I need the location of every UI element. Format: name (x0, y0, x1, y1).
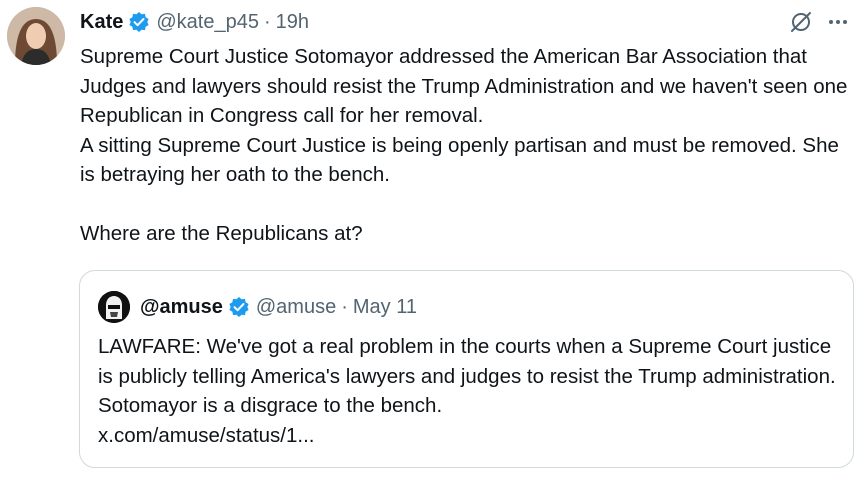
tweet-time[interactable]: 19h (276, 11, 309, 34)
quoted-tweet-link[interactable]: x.com/amuse/status/1... (98, 421, 838, 451)
author-handle[interactable]: @kate_p45 (156, 11, 259, 34)
quoted-author-name[interactable]: @amuse (140, 296, 223, 319)
author-avatar[interactable] (7, 7, 65, 65)
more-options-icon[interactable] (827, 11, 849, 33)
quoted-header-separator: · (341, 295, 348, 318)
quoted-tweet-header: @amuse @amuse · May 11 (98, 291, 417, 323)
verified-badge-icon (128, 11, 150, 33)
grok-icon[interactable] (789, 10, 813, 34)
quoted-tweet-date[interactable]: May 11 (353, 296, 417, 319)
quoted-tweet[interactable]: @amuse @amuse · May 11 LAWFARE: We've go… (79, 270, 854, 468)
quoted-tweet-text: LAWFARE: We've got a real problem in the… (98, 335, 836, 417)
quoted-verified-badge-icon (228, 296, 250, 318)
tweet-text: Supreme Court Justice Sotomayor addresse… (80, 45, 848, 245)
author-name[interactable]: Kate (80, 11, 123, 34)
tweet-actions-top (789, 10, 849, 34)
quoted-tweet-body: LAWFARE: We've got a real problem in the… (98, 332, 838, 450)
header-separator: · (263, 10, 271, 33)
quoted-author-handle[interactable]: @amuse (256, 296, 336, 319)
tweet-header: Kate @kate_p45 · 19h (80, 7, 309, 37)
quoted-author-avatar[interactable] (98, 291, 130, 323)
